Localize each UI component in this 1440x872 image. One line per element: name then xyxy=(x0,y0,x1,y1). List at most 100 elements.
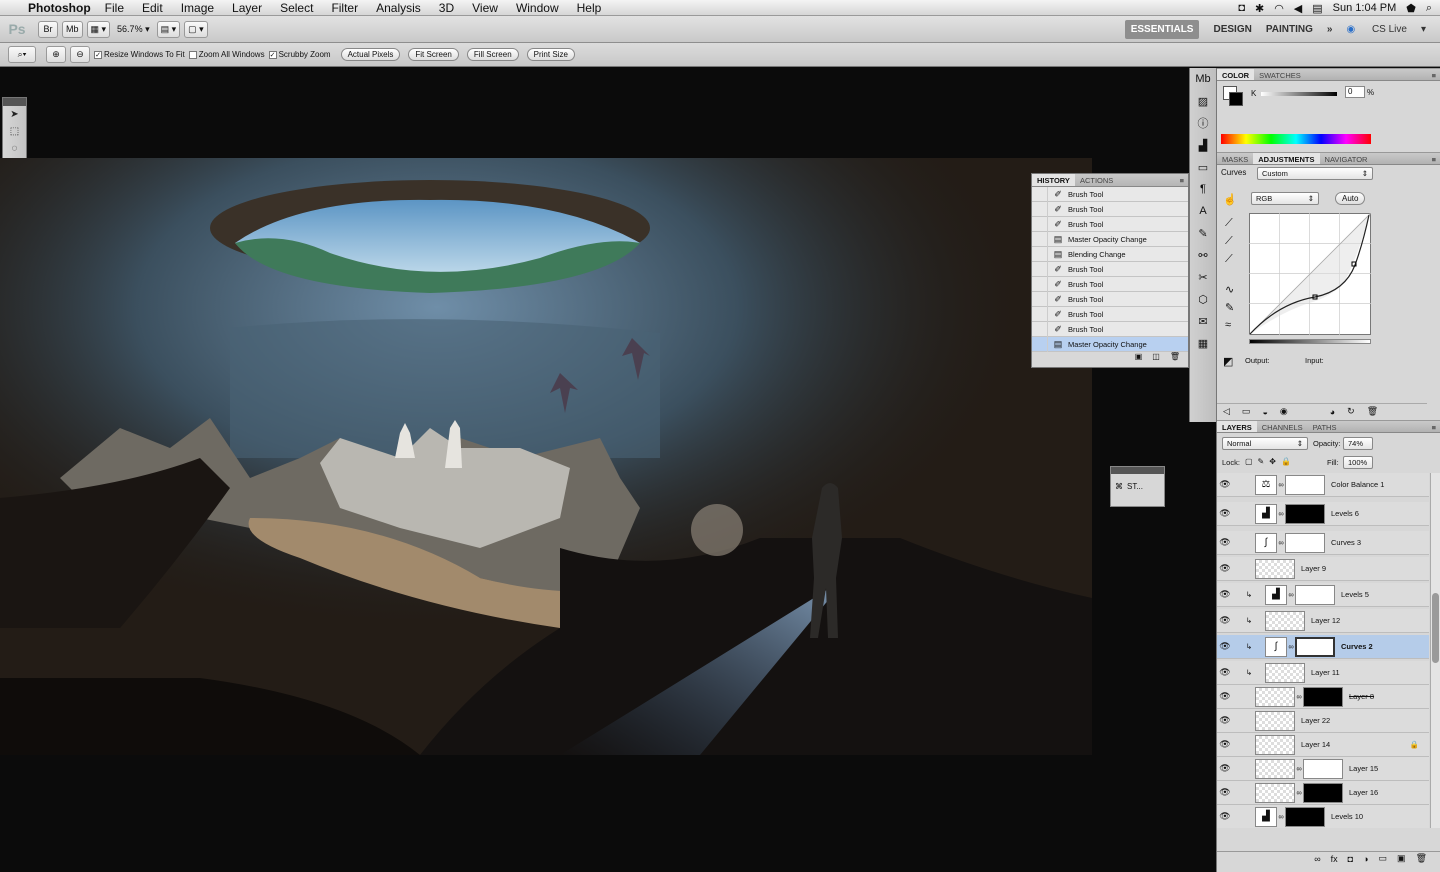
white-point-eyedropper-icon[interactable]: ⟋ xyxy=(1225,253,1233,266)
visibility-toggle-icon[interactable]: ◉ xyxy=(1280,406,1288,417)
menu-file[interactable]: File xyxy=(105,1,124,15)
layer-row[interactable]: 👁 ∞ Layer 15 xyxy=(1217,757,1429,781)
history-item[interactable]: ✐ Brush Tool xyxy=(1032,306,1188,322)
layer-mask-thumb[interactable] xyxy=(1285,474,1325,495)
history-item[interactable]: ▤ Blending Change xyxy=(1032,246,1188,262)
brush-presets-icon[interactable]: ✎ xyxy=(1190,222,1216,244)
k-slider[interactable] xyxy=(1261,92,1337,96)
black-point-eyedropper-icon[interactable]: ⟋ xyxy=(1225,217,1233,230)
panel-menu-icon[interactable]: ≡ xyxy=(1428,421,1440,432)
workspace-painting[interactable]: PAINTING xyxy=(1266,24,1313,35)
animation-icon[interactable]: ▦ xyxy=(1190,332,1216,354)
screen-mode-button[interactable]: ▢ ▾ xyxy=(184,20,208,38)
paragraph-icon[interactable]: ¶ xyxy=(1190,178,1216,200)
spectrum-ramp[interactable] xyxy=(1221,134,1371,144)
eye-icon[interactable]: 👁 xyxy=(1217,667,1233,678)
layer-mask-thumb[interactable] xyxy=(1295,584,1335,605)
shield-icon[interactable]: ⬟ xyxy=(1406,2,1416,15)
zoom-out-icon[interactable]: ⊖ xyxy=(70,46,90,63)
eye-icon[interactable]: 👁 xyxy=(1217,508,1233,519)
history-item[interactable]: ✐ Brush Tool xyxy=(1032,186,1188,202)
smooth-curve-icon[interactable]: ≈ xyxy=(1225,319,1231,331)
history-item[interactable]: ▤ Master Opacity Change xyxy=(1032,231,1188,247)
clipping-toggle-icon[interactable]: ◩ xyxy=(1223,355,1233,368)
clone-source-icon[interactable]: ⚯ xyxy=(1190,244,1216,266)
add-mask-icon[interactable]: ◘ xyxy=(1348,854,1353,864)
gray-point-eyedropper-icon[interactable]: ⟋ xyxy=(1225,235,1233,248)
eye-icon[interactable]: 👁 xyxy=(1217,615,1233,626)
tab-color[interactable]: COLOR xyxy=(1217,69,1255,80)
history-item[interactable]: ✐ Brush Tool xyxy=(1032,276,1188,292)
zoom-all-windows-checkbox[interactable]: Zoom All Windows xyxy=(188,50,265,59)
snapshot-icon[interactable]: ◫ xyxy=(1152,352,1160,364)
history-item[interactable]: ✐ Brush Tool xyxy=(1032,201,1188,217)
collapsed-panel-header[interactable] xyxy=(1111,467,1164,474)
new-adjustment-icon[interactable]: ◑ xyxy=(1363,854,1368,864)
menu-select[interactable]: Select xyxy=(280,1,313,15)
styles-panel-button[interactable]: ⌘ ST... xyxy=(1111,474,1164,499)
new-document-icon[interactable]: ▣ xyxy=(1135,352,1143,364)
snapshot-checkbox[interactable] xyxy=(1032,276,1048,292)
new-group-icon[interactable]: ▭ xyxy=(1379,853,1388,864)
history-item[interactable]: ✐ Brush Tool xyxy=(1032,216,1188,232)
delete-adjustment-icon[interactable]: 🗑 xyxy=(1367,406,1378,417)
k-value-field[interactable]: 0 xyxy=(1345,86,1365,98)
eye-icon[interactable]: 👁 xyxy=(1217,763,1233,774)
tab-channels[interactable]: CHANNELS xyxy=(1257,421,1308,432)
pencil-curve-icon[interactable]: ✎ xyxy=(1225,301,1234,314)
layer-row[interactable]: 👁 ▟ ∞ Levels 6 xyxy=(1217,502,1429,526)
wifi-icon[interactable]: ◠ xyxy=(1274,2,1284,15)
tab-history[interactable]: HISTORY xyxy=(1032,174,1075,186)
document-canvas[interactable] xyxy=(0,158,1092,755)
fill-field[interactable]: 100% xyxy=(1343,456,1373,469)
menu-layer[interactable]: Layer xyxy=(232,1,262,15)
layer-mask-thumb[interactable] xyxy=(1285,503,1325,524)
eye-icon[interactable]: 👁 xyxy=(1217,739,1233,750)
minibridge-button[interactable]: Mb xyxy=(62,20,83,38)
minibridge-icon[interactable]: Mb xyxy=(1190,68,1216,90)
layer-row[interactable]: 👁 Layer 9 xyxy=(1217,557,1429,581)
menu-3d[interactable]: 3D xyxy=(439,1,454,15)
menu-image[interactable]: Image xyxy=(181,1,214,15)
scrollbar-thumb[interactable] xyxy=(1432,593,1439,663)
arrange-docs-button[interactable]: ▤ ▾ xyxy=(156,20,181,38)
spotlight-icon[interactable]: ⌕ xyxy=(1426,2,1432,15)
resize-windows-checkbox[interactable]: ✓ Resize Windows To Fit xyxy=(94,50,185,59)
menu-help[interactable]: Help xyxy=(577,1,602,15)
zoom-level[interactable]: 56.7% ▾ xyxy=(114,21,153,38)
tab-adjustments[interactable]: ADJUSTMENTS xyxy=(1253,153,1320,164)
actual-pixels-button[interactable]: Actual Pixels xyxy=(340,48,401,61)
snapshot-checkbox[interactable] xyxy=(1032,306,1048,322)
layer-row[interactable]: 👁 Layer 22 xyxy=(1217,709,1429,733)
eye-icon[interactable]: 👁 xyxy=(1217,811,1233,822)
layer-row[interactable]: 👁 ▟ ∞ Levels 10 xyxy=(1217,805,1429,828)
move-tool-icon[interactable]: ➤ xyxy=(3,106,26,123)
histogram-icon[interactable]: ▟ xyxy=(1190,134,1216,156)
fill-screen-button[interactable]: Fill Screen xyxy=(466,48,519,61)
tab-navigator[interactable]: NAVIGATOR xyxy=(1320,153,1373,164)
delete-layer-icon[interactable]: 🗑 xyxy=(1416,853,1427,864)
trash-icon[interactable]: 🗑 xyxy=(1170,352,1180,364)
snapshot-checkbox[interactable] xyxy=(1032,291,1048,307)
on-image-adjust-icon[interactable]: ☝ xyxy=(1223,193,1237,206)
navigator-icon[interactable]: ▭ xyxy=(1190,156,1216,178)
history-item[interactable]: ✐ Brush Tool xyxy=(1032,321,1188,337)
blend-mode-select[interactable]: Normal ⇕ xyxy=(1222,437,1308,450)
snapshot-checkbox[interactable] xyxy=(1032,321,1048,337)
menu-view[interactable]: View xyxy=(472,1,498,15)
layer-row[interactable]: 👁 ∞ Layer 8 xyxy=(1217,685,1429,709)
info-icon[interactable]: ⓘ xyxy=(1190,112,1216,134)
history-item[interactable]: ✐ Brush Tool xyxy=(1032,261,1188,277)
character-icon[interactable]: A xyxy=(1190,200,1216,222)
layer-mask-thumb[interactable] xyxy=(1285,532,1325,553)
layer-mask-thumb[interactable] xyxy=(1295,636,1335,657)
curve-point-tool-icon[interactable]: ∿ xyxy=(1225,283,1234,296)
history-item-current[interactable]: ▤ Master Opacity Change xyxy=(1032,336,1188,352)
eye-icon[interactable]: 👁 xyxy=(1217,641,1233,652)
layer-row-selected[interactable]: 👁 ↳ ∫ ∞ Curves 2 xyxy=(1217,635,1429,659)
notes-icon[interactable]: ✉ xyxy=(1190,310,1216,332)
link-layers-icon[interactable]: ∞ xyxy=(1314,854,1320,864)
snapshot-checkbox[interactable] xyxy=(1032,261,1048,277)
panel-menu-icon[interactable]: ≡ xyxy=(1176,174,1188,186)
auto-button[interactable]: Auto xyxy=(1335,192,1366,205)
